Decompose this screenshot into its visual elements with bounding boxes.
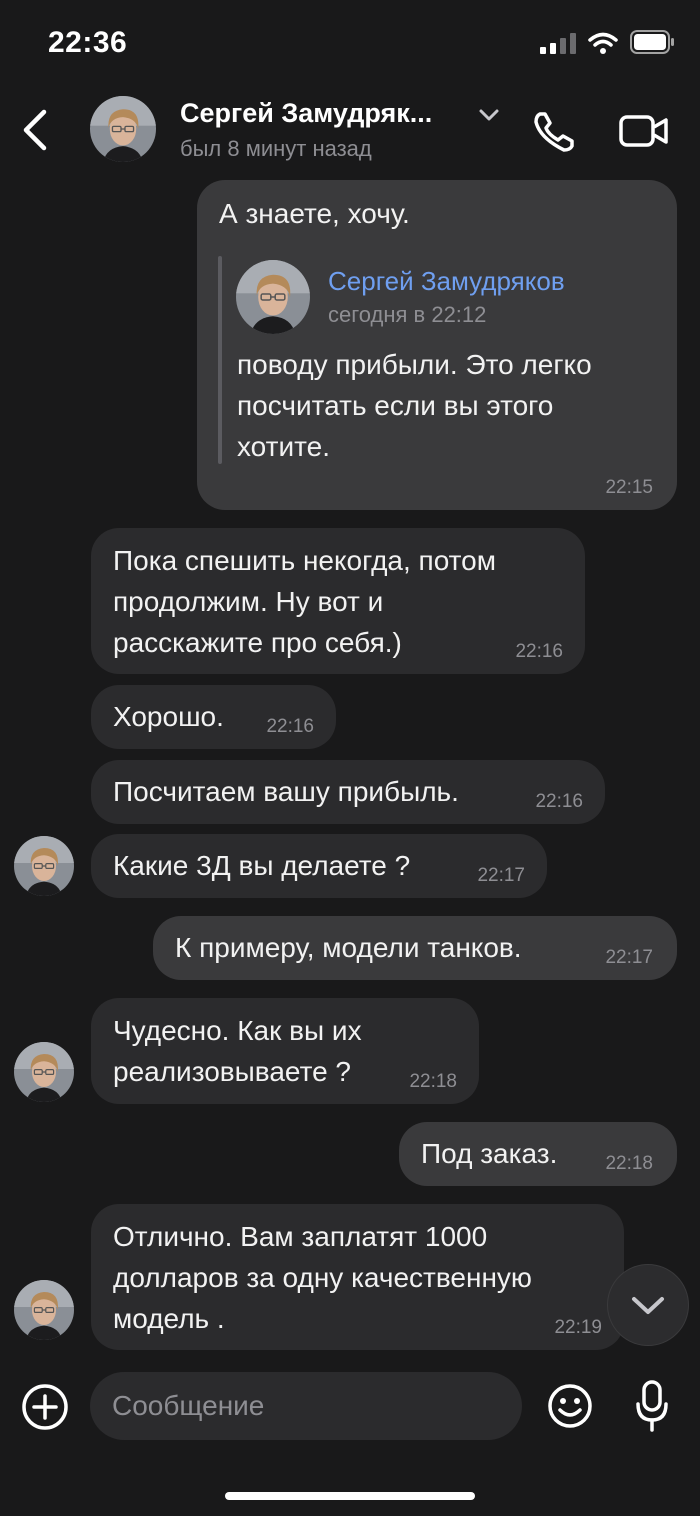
quote-text-line: хотите. bbox=[237, 431, 330, 462]
wifi-icon bbox=[588, 32, 618, 54]
message-time: 22:18 bbox=[605, 1153, 653, 1174]
message-text: К примеру, модели танков. bbox=[175, 932, 522, 963]
message-time: 22:19 bbox=[554, 1317, 602, 1338]
contact-photo bbox=[90, 96, 156, 162]
chevron-down-icon bbox=[632, 1297, 664, 1314]
message-composer bbox=[0, 1366, 700, 1456]
message-bubble-incoming[interactable]: Отлично. Вам заплатят 1000 долларов за о… bbox=[91, 1204, 624, 1350]
message-time: 22:18 bbox=[409, 1071, 457, 1092]
message-time: 22:16 bbox=[535, 791, 583, 812]
message-text: Под заказ. bbox=[421, 1138, 558, 1169]
message-time: 22:16 bbox=[515, 641, 563, 662]
quote-author[interactable]: Сергей Замудряков bbox=[328, 266, 565, 297]
message-text: Пока спешить некогда, потом продолжим. Н… bbox=[113, 540, 496, 663]
last-seen-status: был 8 минут назад bbox=[180, 136, 372, 161]
sender-photo bbox=[14, 836, 74, 896]
microphone-icon[interactable] bbox=[634, 1378, 670, 1434]
phone-icon[interactable] bbox=[530, 108, 578, 156]
chat-header: Сергей Замудряк... был 8 минут назад bbox=[0, 84, 700, 176]
message-line: продолжим. Ну вот и bbox=[113, 586, 384, 617]
message-line: модель . bbox=[113, 1303, 225, 1334]
avatar[interactable] bbox=[14, 1280, 74, 1340]
battery-icon bbox=[630, 30, 674, 54]
message-bubble-outgoing[interactable]: К примеру, модели танков. 22:17 bbox=[153, 916, 677, 980]
message-line: Чудесно. Как вы их bbox=[113, 1015, 362, 1046]
avatar bbox=[236, 260, 310, 334]
message-bubble-incoming[interactable]: Какие 3Д вы делаете ? 22:17 bbox=[91, 834, 547, 898]
message-text: Хорошо. bbox=[113, 701, 224, 732]
home-indicator[interactable] bbox=[225, 1492, 475, 1500]
quote-text-line: поводу прибыли. Это легко bbox=[237, 349, 592, 380]
message-text: Посчитаем вашу прибыль. bbox=[113, 776, 459, 807]
video-camera-icon[interactable] bbox=[618, 112, 670, 150]
quote-author-photo bbox=[236, 260, 310, 334]
cellular-signal-icon bbox=[540, 32, 576, 54]
message-time: 22:16 bbox=[266, 716, 314, 737]
sender-photo bbox=[14, 1280, 74, 1340]
status-time: 22:36 bbox=[48, 26, 128, 59]
message-time: 22:17 bbox=[477, 865, 525, 886]
smiley-icon[interactable] bbox=[546, 1382, 594, 1430]
status-bar: 22:36 bbox=[0, 0, 700, 84]
quote-bar bbox=[218, 256, 222, 464]
avatar[interactable] bbox=[14, 1042, 74, 1102]
chevron-left-icon[interactable] bbox=[18, 108, 54, 152]
avatar[interactable] bbox=[14, 836, 74, 896]
message-text: Отлично. Вам заплатят 1000 долларов за о… bbox=[113, 1216, 532, 1339]
message-time: 22:15 bbox=[605, 477, 653, 498]
message-bubble-incoming[interactable]: Чудесно. Как вы их реализовываете ? 22:1… bbox=[91, 998, 479, 1104]
chevron-down-icon[interactable] bbox=[478, 106, 500, 124]
avatar[interactable] bbox=[90, 96, 156, 162]
message-line: Пока спешить некогда, потом bbox=[113, 545, 496, 576]
quote-text: поводу прибыли. Это легко посчитать если… bbox=[237, 344, 592, 467]
message-text: Какие 3Д вы делаете ? bbox=[113, 850, 411, 881]
message-time: 22:17 bbox=[605, 947, 653, 968]
sender-photo bbox=[14, 1042, 74, 1102]
message-bubble-incoming[interactable]: Пока спешить некогда, потом продолжим. Н… bbox=[91, 528, 585, 674]
plus-circle-icon[interactable] bbox=[20, 1382, 70, 1432]
status-icons bbox=[540, 30, 676, 54]
quote-text-line: посчитать если вы этого bbox=[237, 390, 554, 421]
contact-name[interactable]: Сергей Замудряк... bbox=[180, 98, 432, 129]
message-line: долларов за одну качественную bbox=[113, 1262, 532, 1293]
message-input-wrapper bbox=[90, 1372, 522, 1440]
scroll-to-bottom-button[interactable] bbox=[607, 1264, 689, 1346]
message-input[interactable] bbox=[112, 1372, 512, 1440]
quote-date: сегодня в 22:12 bbox=[328, 302, 487, 327]
message-line: реализовываете ? bbox=[113, 1056, 351, 1087]
message-line: расскажите про себя.) bbox=[113, 627, 402, 658]
message-bubble-outgoing[interactable]: Под заказ. 22:18 bbox=[399, 1122, 677, 1186]
message-bubble-incoming[interactable]: Посчитаем вашу прибыль. 22:16 bbox=[91, 760, 605, 824]
message-line: Отлично. Вам заплатят 1000 bbox=[113, 1221, 488, 1252]
message-text: Чудесно. Как вы их реализовываете ? bbox=[113, 1010, 362, 1092]
message-text: А знаете, хочу. bbox=[219, 198, 410, 229]
message-bubble-incoming[interactable]: Хорошо. 22:16 bbox=[91, 685, 336, 749]
